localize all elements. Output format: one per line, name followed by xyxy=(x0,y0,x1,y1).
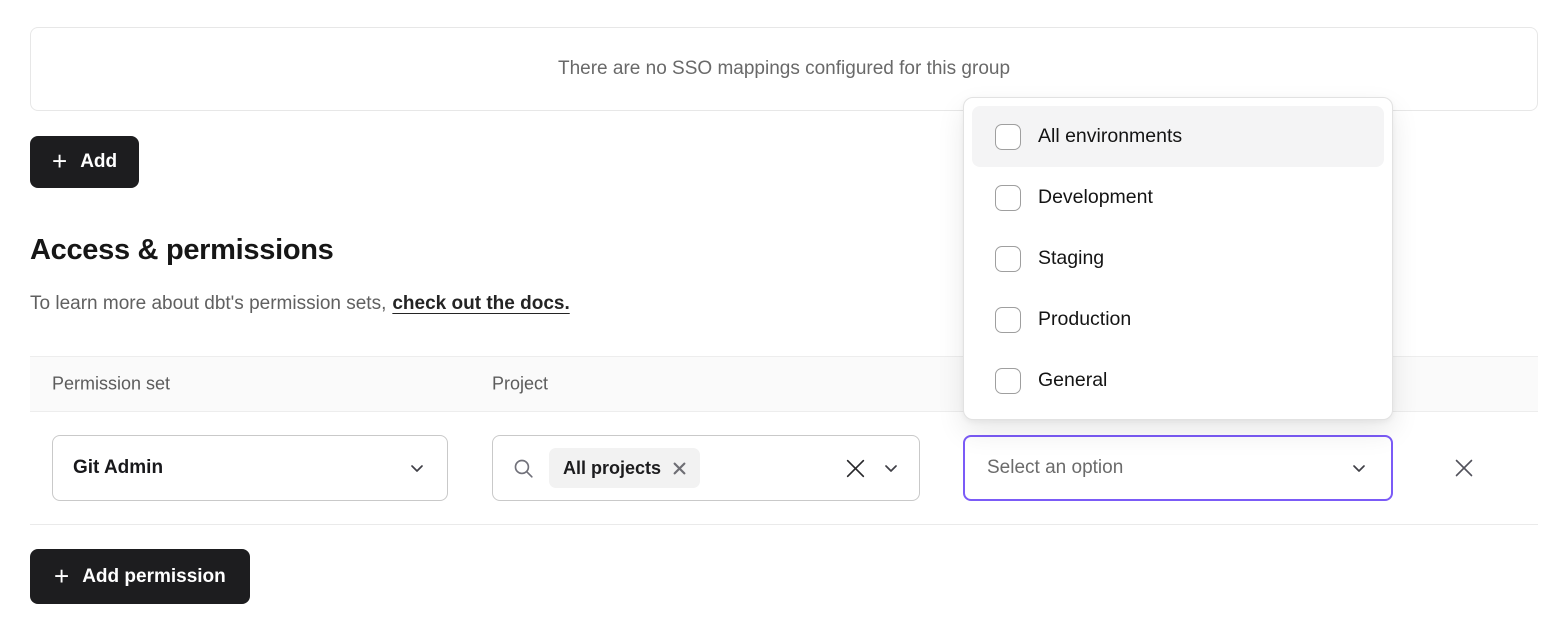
dropdown-option-production[interactable]: Production xyxy=(972,289,1384,350)
dropdown-option-label: General xyxy=(1038,369,1107,392)
dropdown-option-label: Development xyxy=(1038,186,1153,209)
checkbox[interactable] xyxy=(995,185,1021,211)
dropdown-option-development[interactable]: Development xyxy=(972,167,1384,228)
group-settings-page: There are no SSO mappings configured for… xyxy=(0,0,1560,628)
chevron-down-icon xyxy=(1349,458,1369,478)
dropdown-option-label: All environments xyxy=(1038,125,1182,148)
permission-set-value: Git Admin xyxy=(73,457,163,479)
dropdown-option-staging[interactable]: Staging xyxy=(972,228,1384,289)
remove-permission-row-icon[interactable] xyxy=(1449,453,1479,483)
chip-remove-icon[interactable] xyxy=(673,462,686,475)
column-header-permission-set: Permission set xyxy=(52,374,170,395)
sso-empty-message: There are no SSO mappings configured for… xyxy=(558,58,1010,80)
column-header-project: Project xyxy=(492,374,548,395)
dropdown-option-label: Production xyxy=(1038,308,1131,331)
dropdown-option-label: Staging xyxy=(1038,247,1104,270)
environment-dropdown-menu: All environments Development Staging Pro… xyxy=(963,97,1393,420)
permission-set-select[interactable]: Git Admin xyxy=(52,435,448,501)
row-divider xyxy=(30,524,1538,525)
add-permission-label: Add permission xyxy=(82,566,226,588)
project-multiselect[interactable]: All projects xyxy=(492,435,920,501)
docs-link[interactable]: check out the docs. xyxy=(392,293,569,314)
add-sso-mapping-button[interactable]: + Add xyxy=(30,136,139,188)
section-subtitle: To learn more about dbt's permission set… xyxy=(30,293,570,315)
checkbox[interactable] xyxy=(995,368,1021,394)
project-chip[interactable]: All projects xyxy=(549,448,700,488)
add-permission-button[interactable]: + Add permission xyxy=(30,549,250,604)
add-button-label: Add xyxy=(80,151,117,173)
clear-selection-icon[interactable] xyxy=(843,456,868,481)
environment-select[interactable]: Select an option xyxy=(963,435,1393,501)
search-icon xyxy=(511,456,536,481)
environment-placeholder: Select an option xyxy=(987,457,1123,479)
checkbox[interactable] xyxy=(995,246,1021,272)
checkbox[interactable] xyxy=(995,124,1021,150)
chevron-down-icon[interactable] xyxy=(881,458,901,478)
dropdown-option-general[interactable]: General xyxy=(972,350,1384,411)
chevron-down-icon xyxy=(407,458,427,478)
subtitle-text: To learn more about dbt's permission set… xyxy=(30,293,386,314)
checkbox[interactable] xyxy=(995,307,1021,333)
page-title: Access & permissions xyxy=(30,234,334,267)
project-chip-label: All projects xyxy=(563,458,661,479)
dropdown-option-all-environments[interactable]: All environments xyxy=(972,106,1384,167)
